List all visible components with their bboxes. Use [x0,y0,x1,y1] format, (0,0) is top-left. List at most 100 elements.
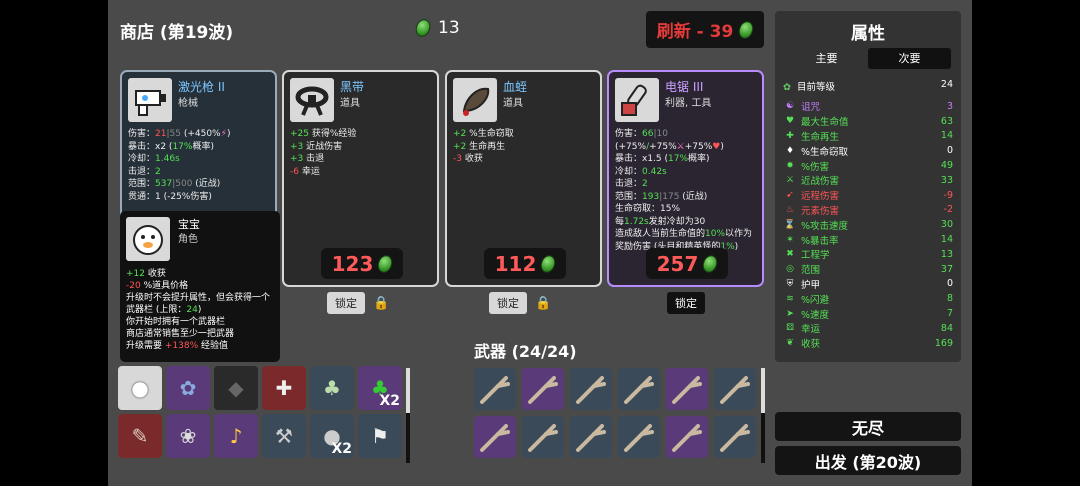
weapon-slot[interactable] [666,368,708,410]
endless-button[interactable]: 无尽 [775,412,961,441]
rock-icon: ◆ [228,376,244,400]
baby-icon: ● [131,376,149,400]
weapon-slot[interactable] [570,368,612,410]
card-type: 利器, 工具 [665,98,712,109]
shop-card-leech[interactable]: 血蛭 道具 +2 %生命窃取 +2 生命再生 -3 收获 112 [445,70,602,287]
item-count: X2 [379,393,400,409]
card-name: 血蛭 [503,80,528,94]
attribute-row: ✚ 生命再生 14 [783,129,953,144]
card-type: 道具 [503,98,523,109]
attributes-title: 属性 [851,24,885,44]
item-slot[interactable]: ✚ [262,366,306,410]
price-tag[interactable]: 123 [321,248,403,279]
card-type: 枪械 [178,98,198,109]
lock-button[interactable]: 锁定 [489,292,527,314]
weapon-slot[interactable] [714,416,756,458]
weapon-slot[interactable] [666,416,708,458]
item-slot[interactable]: ⚒ [262,414,306,458]
character-name: 宝宝 [178,218,200,231]
attribute-value: 63 [940,115,953,127]
item-slot[interactable]: ♣ X2 [358,366,402,410]
item-slot[interactable]: ✿ [166,366,210,410]
attribute-row: ⚄ 幸运 84 [783,321,953,336]
stick-icon [576,424,606,452]
card-stats: 伤害：21|55 (+450%⚡) 暴击：x2 (17%概率) 冷却：1.46s 击退… [128,129,231,202]
item-slot[interactable]: ● [118,366,162,410]
attribute-icon: ✸ [786,160,794,171]
price-tag[interactable]: 257 [646,248,728,279]
attribute-label: 收获 [801,339,821,351]
lock-row-4: 锁定 [667,292,705,314]
item-slot[interactable]: ⚑ [358,414,402,458]
reroll-button[interactable]: 刷新 - 39 [646,11,764,48]
baby-character-icon [126,217,170,261]
attribute-label: %暴击率 [801,235,839,247]
item-slot[interactable]: ◆ [214,366,258,410]
attribute-icon: ♨ [785,204,795,215]
lock-button[interactable]: 锁定 [327,292,365,314]
attribute-icon: ⚄ [786,323,794,334]
attribute-label: %速度 [801,309,830,321]
weapon-slot[interactable] [570,416,612,458]
attribute-icon: ➤ [786,308,794,319]
lock-button[interactable]: 锁定 [667,292,705,314]
price-tag[interactable]: 112 [484,248,566,279]
level-label: ✿ 目前等级 [783,79,835,93]
attribute-value: 30 [940,219,953,231]
weapon-slot[interactable] [522,368,564,410]
item-slot[interactable]: ❀ [166,414,210,458]
weapon-slot[interactable] [474,416,516,458]
weapon-slot[interactable] [474,368,516,410]
stick-icon [624,424,654,452]
shovel-icon: ⚒ [275,424,293,448]
leech-icon [453,78,497,122]
attribute-row: ✶ %暴击率 14 [783,232,953,247]
weapons-inventory [474,368,759,468]
attribute-label: 诅咒 [801,102,821,114]
attribute-icon: ✶ [786,234,794,245]
attribute-value: 13 [940,248,953,260]
stick-icon [672,376,702,404]
attribute-label: 幸运 [801,324,821,336]
attribute-icon: ♥ [785,116,795,127]
item-slot[interactable]: ● X2 [310,414,354,458]
go-button[interactable]: 出发 (第20波) [775,446,961,475]
weapons-scrollbar[interactable] [761,368,765,463]
weapon-slot[interactable] [714,368,756,410]
item-slot[interactable]: ♪ [214,414,258,458]
stick-icon [528,376,558,404]
attribute-value: 84 [940,322,953,334]
card-name: 激光枪 II [178,80,225,94]
card-stats: +25 获得%经验 +3 近战伤害 +3 击退 -6 幸运 [290,129,357,177]
attribute-label: 元素伤害 [801,205,840,217]
tab-main[interactable]: 主要 [785,48,868,69]
plant-icon: ♣ [323,376,341,400]
weapon-slot[interactable] [522,416,564,458]
attribute-icon: ♦ [785,145,795,156]
attribute-label: 近战伤害 [801,176,840,188]
price-value: 112 [494,251,537,276]
attribute-row: ♨ 元素伤害 -2 [783,203,953,218]
lock-icon: 🔒 [373,295,390,311]
stick-icon [576,376,606,404]
materials-counter: 13 [413,17,460,39]
item-slot[interactable]: ✎ [118,414,162,458]
attribute-row: ♦ %生命窃取 0 [783,143,953,158]
material-icon [413,17,433,39]
items-scrollbar[interactable] [406,368,410,463]
attribute-label: %闪避 [801,294,830,306]
scroll-icon: ✎ [131,424,149,448]
shop-card-chainsaw[interactable]: 电锯 III 利器, 工具 伤害：66|10 (+75%/+75%⚔+75%♥)… [607,70,764,287]
weapons-title: 武器 (24/24) [474,342,577,361]
item-count: X2 [331,441,352,457]
item-slot[interactable]: ♣ [310,366,354,410]
butterfly-icon: ✿ [179,376,197,400]
weapon-slot[interactable] [618,368,660,410]
tab-secondary[interactable]: 次要 [868,48,951,69]
attribute-value: -2 [943,204,953,216]
weapon-slot[interactable] [618,416,660,458]
shop-card-black-belt[interactable]: 黑带 道具 +25 获得%经验 +3 近战伤害 +3 击退 -6 幸运 123 [282,70,439,287]
shop-title: 商店 (第19波) [120,23,234,43]
material-icon [700,252,721,275]
medkit-icon: ✚ [275,376,293,400]
